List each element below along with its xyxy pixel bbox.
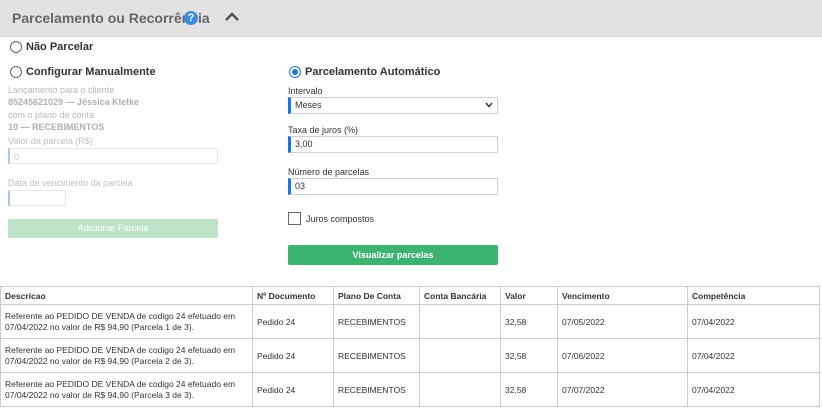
descricao-cell[interactable]: Referente ao PEDIDO DE VENDA de codigo 2…: [0, 304, 253, 339]
col-header-descricao[interactable]: Descricao: [0, 286, 253, 305]
descricao-cell[interactable]: Referente ao PEDIDO DE VENDA de codigo 2…: [0, 338, 253, 373]
data-vencimento-label: Data de vencimento da parcela: [8, 178, 133, 188]
competencia-cell[interactable]: 07/04/2022: [687, 372, 820, 407]
chevron-down-icon: [485, 102, 493, 108]
vencimento-cell[interactable]: 07/06/2022: [557, 338, 688, 373]
numero-parcelas-label: Número de parcelas: [288, 167, 370, 177]
descricao-line: 07/04/2022 no valor de R$ 94,90 (Parcela…: [5, 389, 195, 400]
competencia-cell[interactable]: 07/04/2022: [687, 304, 820, 339]
valor-parcela-label: Valor da parcela (R$): [8, 136, 93, 146]
taxa-juros-input[interactable]: 3,00: [288, 136, 498, 153]
vencimento-cell[interactable]: 07/07/2022: [557, 372, 688, 407]
valor-parcela-input[interactable]: 0: [8, 148, 218, 164]
documento-cell[interactable]: Pedido 24: [252, 304, 334, 339]
descricao-cell[interactable]: Referente ao PEDIDO DE VENDA de codigo 2…: [0, 372, 253, 407]
chevron-up-icon[interactable]: [224, 10, 240, 22]
radio-label-nao-parcelar: Não Parcelar: [26, 41, 94, 53]
col-header-documento[interactable]: Nº Documento: [252, 286, 334, 305]
manual-info-plan: 10 — RECEBIMENTOS: [8, 122, 105, 132]
intervalo-label: Intervalo: [288, 86, 323, 96]
descricao-line: Referente ao PEDIDO DE VENDA de codigo 2…: [5, 310, 236, 321]
table-header-row: Descricao Nº Documento Plano De Conta Co…: [0, 286, 820, 305]
conta-cell[interactable]: [419, 304, 501, 339]
plano-cell[interactable]: RECEBIMENTOS: [333, 338, 420, 373]
documento-cell[interactable]: Pedido 24: [252, 338, 334, 373]
radio-nao-parcelar[interactable]: Não Parcelar: [10, 41, 93, 53]
col-header-vencimento[interactable]: Vencimento: [557, 286, 688, 305]
col-header-plano[interactable]: Plano De Conta: [333, 286, 420, 305]
radio-label-automatico: Parcelamento Automático: [305, 66, 441, 78]
conta-cell[interactable]: [419, 372, 501, 407]
radio-button[interactable]: [10, 41, 22, 53]
col-header-competencia[interactable]: Competência: [687, 286, 820, 305]
table-row: Referente ao PEDIDO DE VENDA de codigo 2…: [0, 338, 820, 373]
section-header: Parcelamento ou Recorrência ?: [0, 0, 822, 37]
col-header-conta[interactable]: Conta Bancária: [419, 286, 501, 305]
valor-cell[interactable]: 32,58: [500, 338, 558, 373]
table-row: Referente ao PEDIDO DE VENDA de codigo 2…: [0, 372, 820, 407]
manual-info-line3: com o plano de conta: [8, 110, 95, 120]
plano-cell[interactable]: RECEBIMENTOS: [333, 304, 420, 339]
descricao-line: Referente ao PEDIDO DE VENDA de codigo 2…: [5, 378, 236, 389]
radio-button[interactable]: [10, 66, 22, 78]
adicionar-parcela-button[interactable]: Adicionar Parcela: [8, 219, 218, 238]
help-icon[interactable]: ?: [184, 11, 198, 25]
visualizar-parcelas-button[interactable]: Visualizar parcelas: [288, 245, 498, 265]
descricao-line: 07/04/2022 no valor de R$ 94,90 (Parcela…: [5, 321, 195, 332]
juros-compostos-checkbox[interactable]: [288, 212, 301, 225]
taxa-juros-label: Taxa de juros (%): [288, 125, 359, 135]
col-header-valor[interactable]: Valor: [500, 286, 558, 305]
section-title: Parcelamento ou Recorrência: [12, 10, 210, 26]
intervalo-value: Meses: [295, 100, 322, 110]
vencimento-cell[interactable]: 07/05/2022: [557, 304, 688, 339]
descricao-line: 07/04/2022 no valor de R$ 94,90 (Parcela…: [5, 355, 195, 366]
conta-cell[interactable]: [419, 338, 501, 373]
radio-configurar-manualmente[interactable]: Configurar Manualmente: [10, 66, 156, 78]
radio-button-checked[interactable]: [289, 66, 301, 78]
data-vencimento-input[interactable]: [8, 190, 66, 206]
plano-cell[interactable]: RECEBIMENTOS: [333, 372, 420, 407]
radio-parcelamento-automatico[interactable]: Parcelamento Automático: [289, 66, 440, 78]
table-row: Referente ao PEDIDO DE VENDA de codigo 2…: [0, 304, 820, 339]
parcelas-table: Descricao Nº Documento Plano De Conta Co…: [0, 286, 820, 407]
valor-cell[interactable]: 32,58: [500, 304, 558, 339]
intervalo-select[interactable]: Meses: [288, 97, 498, 114]
juros-compostos-label: Juros compostos: [306, 214, 375, 224]
radio-label-configurar: Configurar Manualmente: [26, 66, 156, 78]
valor-cell[interactable]: 32,58: [500, 372, 558, 407]
competencia-cell[interactable]: 07/04/2022: [687, 338, 820, 373]
documento-cell[interactable]: Pedido 24: [252, 372, 334, 407]
numero-parcelas-input[interactable]: 03: [288, 178, 498, 195]
manual-info-line1: Lançamento para o cliente: [8, 85, 115, 95]
descricao-line: Referente ao PEDIDO DE VENDA de codigo 2…: [5, 344, 236, 355]
manual-info-client: 85245621029 — Jéssica Kletke: [8, 97, 140, 107]
